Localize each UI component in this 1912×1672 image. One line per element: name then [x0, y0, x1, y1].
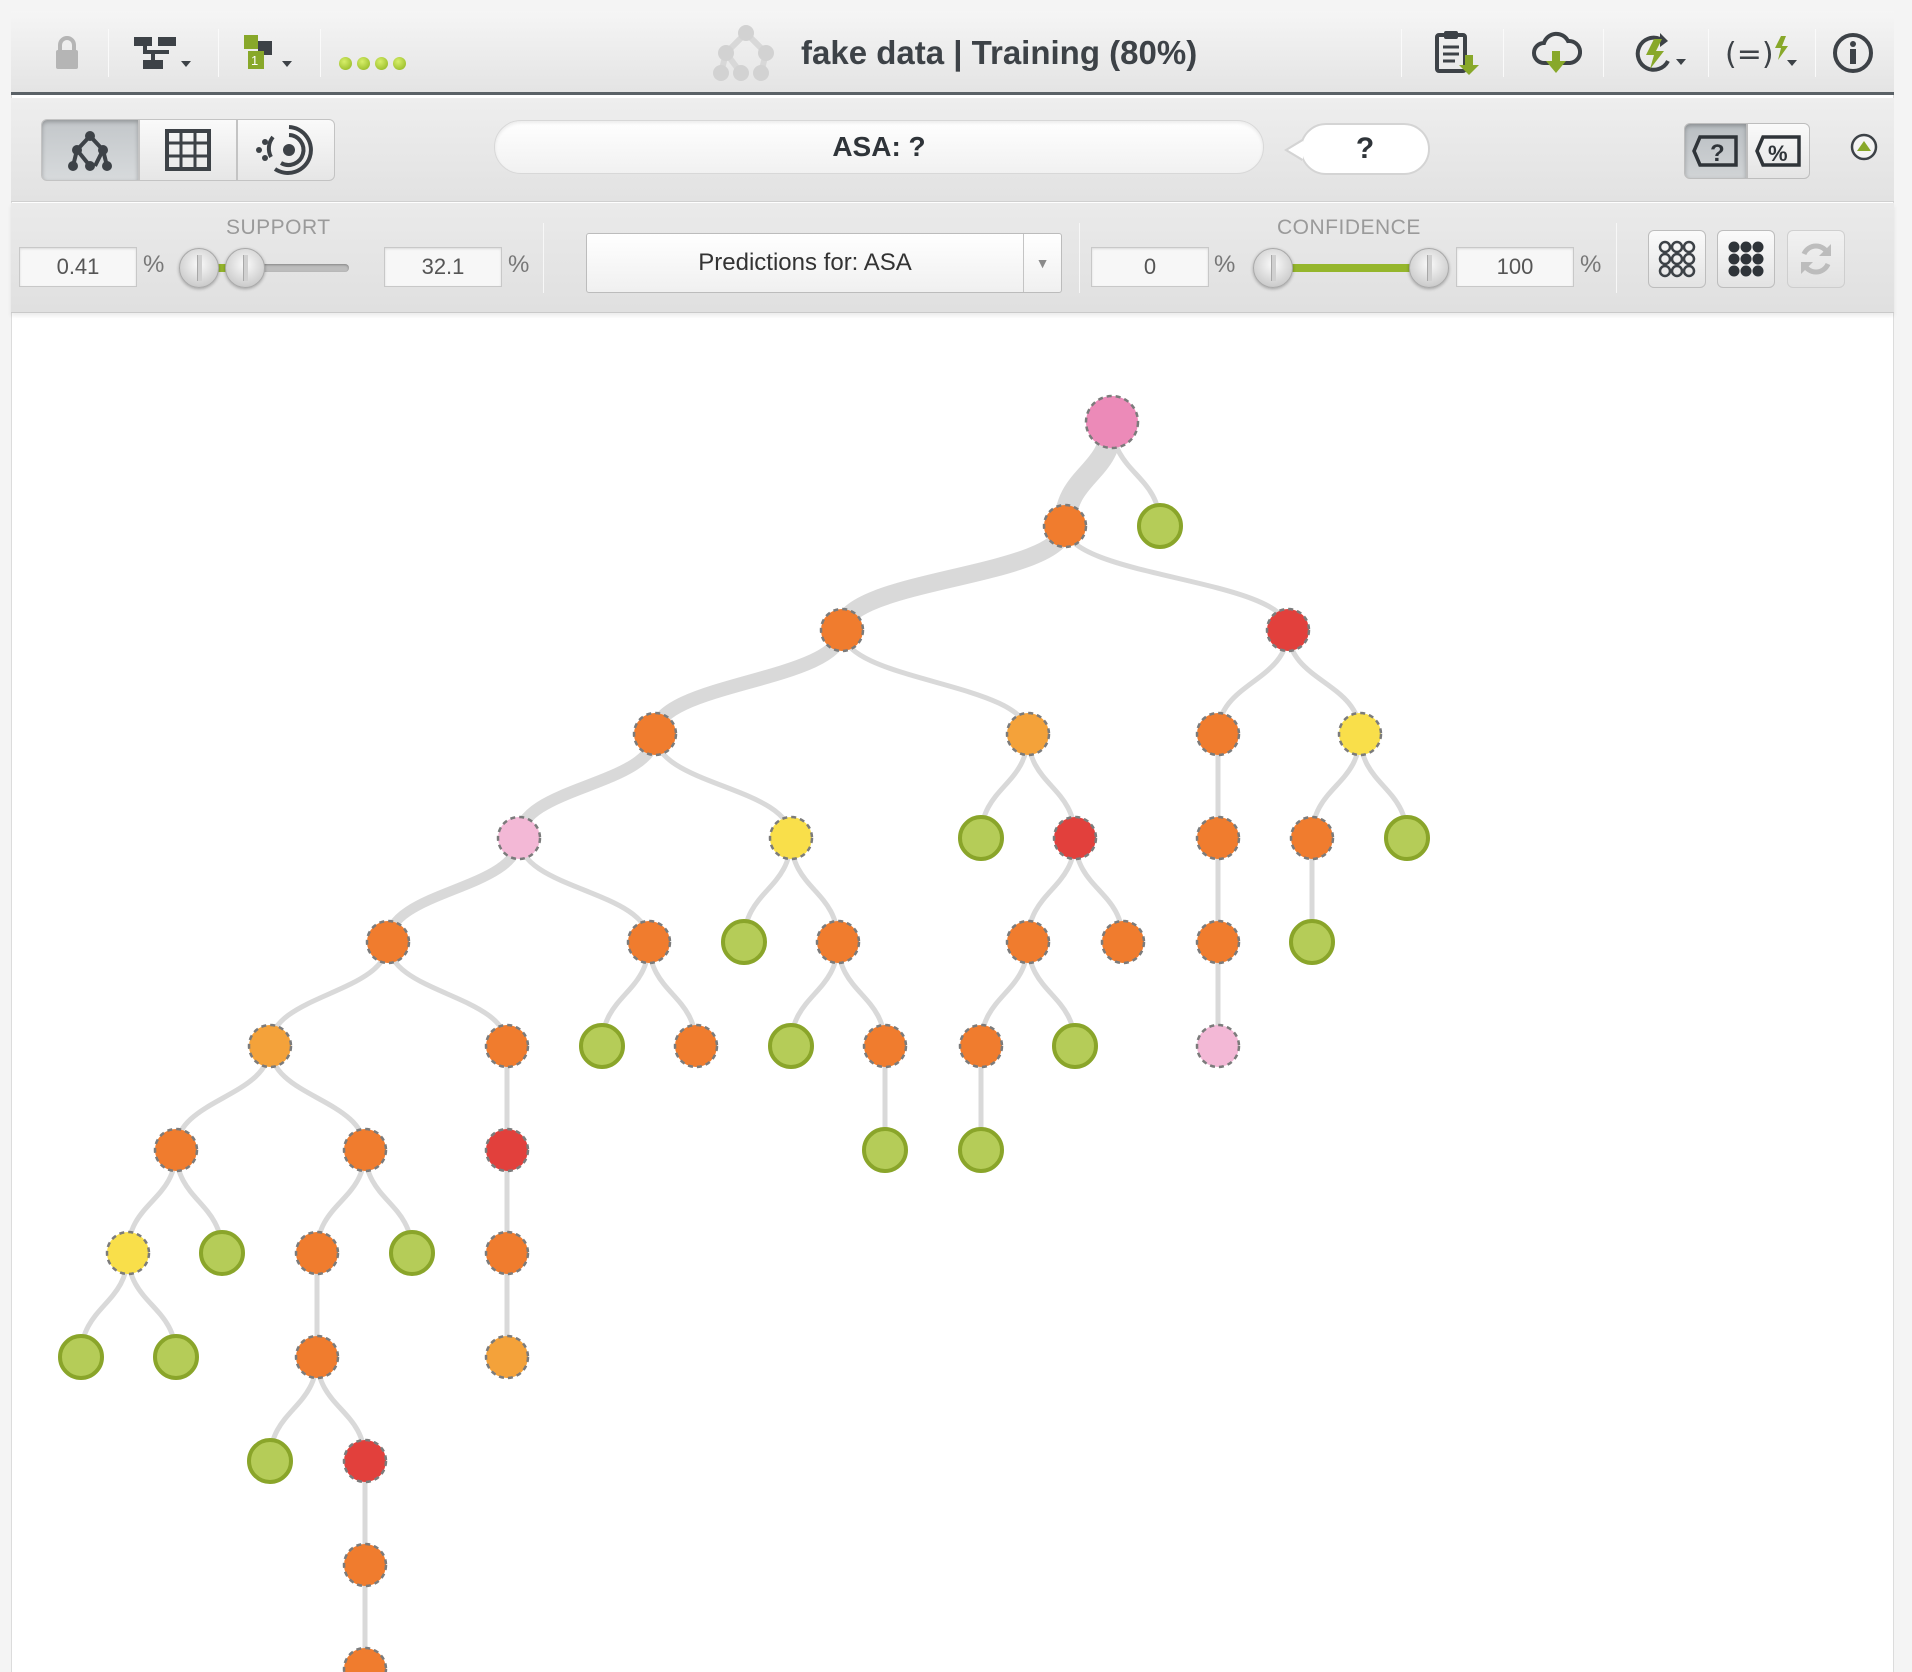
- tree-node[interactable]: [1005, 711, 1051, 757]
- tree-branch: [513, 728, 661, 844]
- tree-branch: [267, 939, 391, 1049]
- tree-node[interactable]: [496, 815, 542, 861]
- tree-node[interactable]: [153, 1127, 199, 1173]
- tree-node[interactable]: [1052, 815, 1098, 861]
- tree-node[interactable]: [1195, 711, 1241, 757]
- tree-branch: [833, 517, 1074, 639]
- tree-node[interactable]: [484, 1334, 530, 1380]
- tree-branch: [385, 939, 510, 1049]
- tree-node[interactable]: [484, 1127, 530, 1173]
- tree-leaf-node[interactable]: [247, 1438, 293, 1484]
- tree-node[interactable]: [1337, 711, 1383, 757]
- tree-node[interactable]: [247, 1023, 293, 1069]
- tree-node[interactable]: [626, 919, 672, 965]
- tree-node[interactable]: [342, 1127, 388, 1173]
- tree-node[interactable]: [1195, 1023, 1241, 1069]
- tree-leaf-node[interactable]: [1289, 919, 1335, 965]
- tree-branch: [652, 731, 794, 841]
- tree-node[interactable]: [815, 919, 861, 965]
- tree-node[interactable]: [365, 919, 411, 965]
- tree-node[interactable]: [1100, 919, 1146, 965]
- tree-node[interactable]: [1042, 503, 1088, 549]
- tree-node[interactable]: [294, 1334, 340, 1380]
- tree-node[interactable]: [484, 1023, 530, 1069]
- tree-node[interactable]: [342, 1542, 388, 1588]
- tree-node[interactable]: [673, 1023, 719, 1069]
- tree-node[interactable]: [1005, 919, 1051, 965]
- tree-node[interactable]: [484, 1230, 530, 1276]
- tree-node[interactable]: [105, 1230, 151, 1276]
- tree-branch: [383, 833, 524, 947]
- tree-node[interactable]: [632, 711, 678, 757]
- tree-leaf-node[interactable]: [579, 1023, 625, 1069]
- tree-leaf-node[interactable]: [1137, 503, 1183, 549]
- tree-branch: [839, 627, 1031, 737]
- tree-node[interactable]: [768, 815, 814, 861]
- tree-node[interactable]: [862, 1023, 908, 1069]
- tree-leaf-node[interactable]: [768, 1023, 814, 1069]
- tree-leaf-node[interactable]: [58, 1334, 104, 1380]
- tree-leaf-node[interactable]: [389, 1230, 435, 1276]
- tree-node[interactable]: [1289, 815, 1335, 861]
- tree-leaf-node[interactable]: [721, 919, 767, 965]
- decision-tree: [58, 394, 1430, 1672]
- tree-leaf-node[interactable]: [958, 815, 1004, 861]
- tree-branch: [516, 835, 652, 945]
- tree-node[interactable]: [819, 607, 865, 653]
- tree-leaf-node[interactable]: [199, 1230, 245, 1276]
- tree-node[interactable]: [342, 1438, 388, 1484]
- tree-node[interactable]: [1195, 815, 1241, 861]
- tree-leaf-node[interactable]: [1384, 815, 1430, 861]
- tree-leaf-node[interactable]: [1052, 1023, 1098, 1069]
- tree-node[interactable]: [1084, 394, 1140, 450]
- tree-branch: [648, 623, 849, 741]
- tree-node[interactable]: [294, 1230, 340, 1276]
- tree-leaf-node[interactable]: [153, 1334, 199, 1380]
- tree-node[interactable]: [342, 1646, 388, 1672]
- tree-leaf-node[interactable]: [958, 1127, 1004, 1173]
- tree-leaf-node[interactable]: [862, 1127, 908, 1173]
- tree-node[interactable]: [958, 1023, 1004, 1069]
- tree-node[interactable]: [1195, 919, 1241, 965]
- tree-node[interactable]: [1265, 607, 1311, 653]
